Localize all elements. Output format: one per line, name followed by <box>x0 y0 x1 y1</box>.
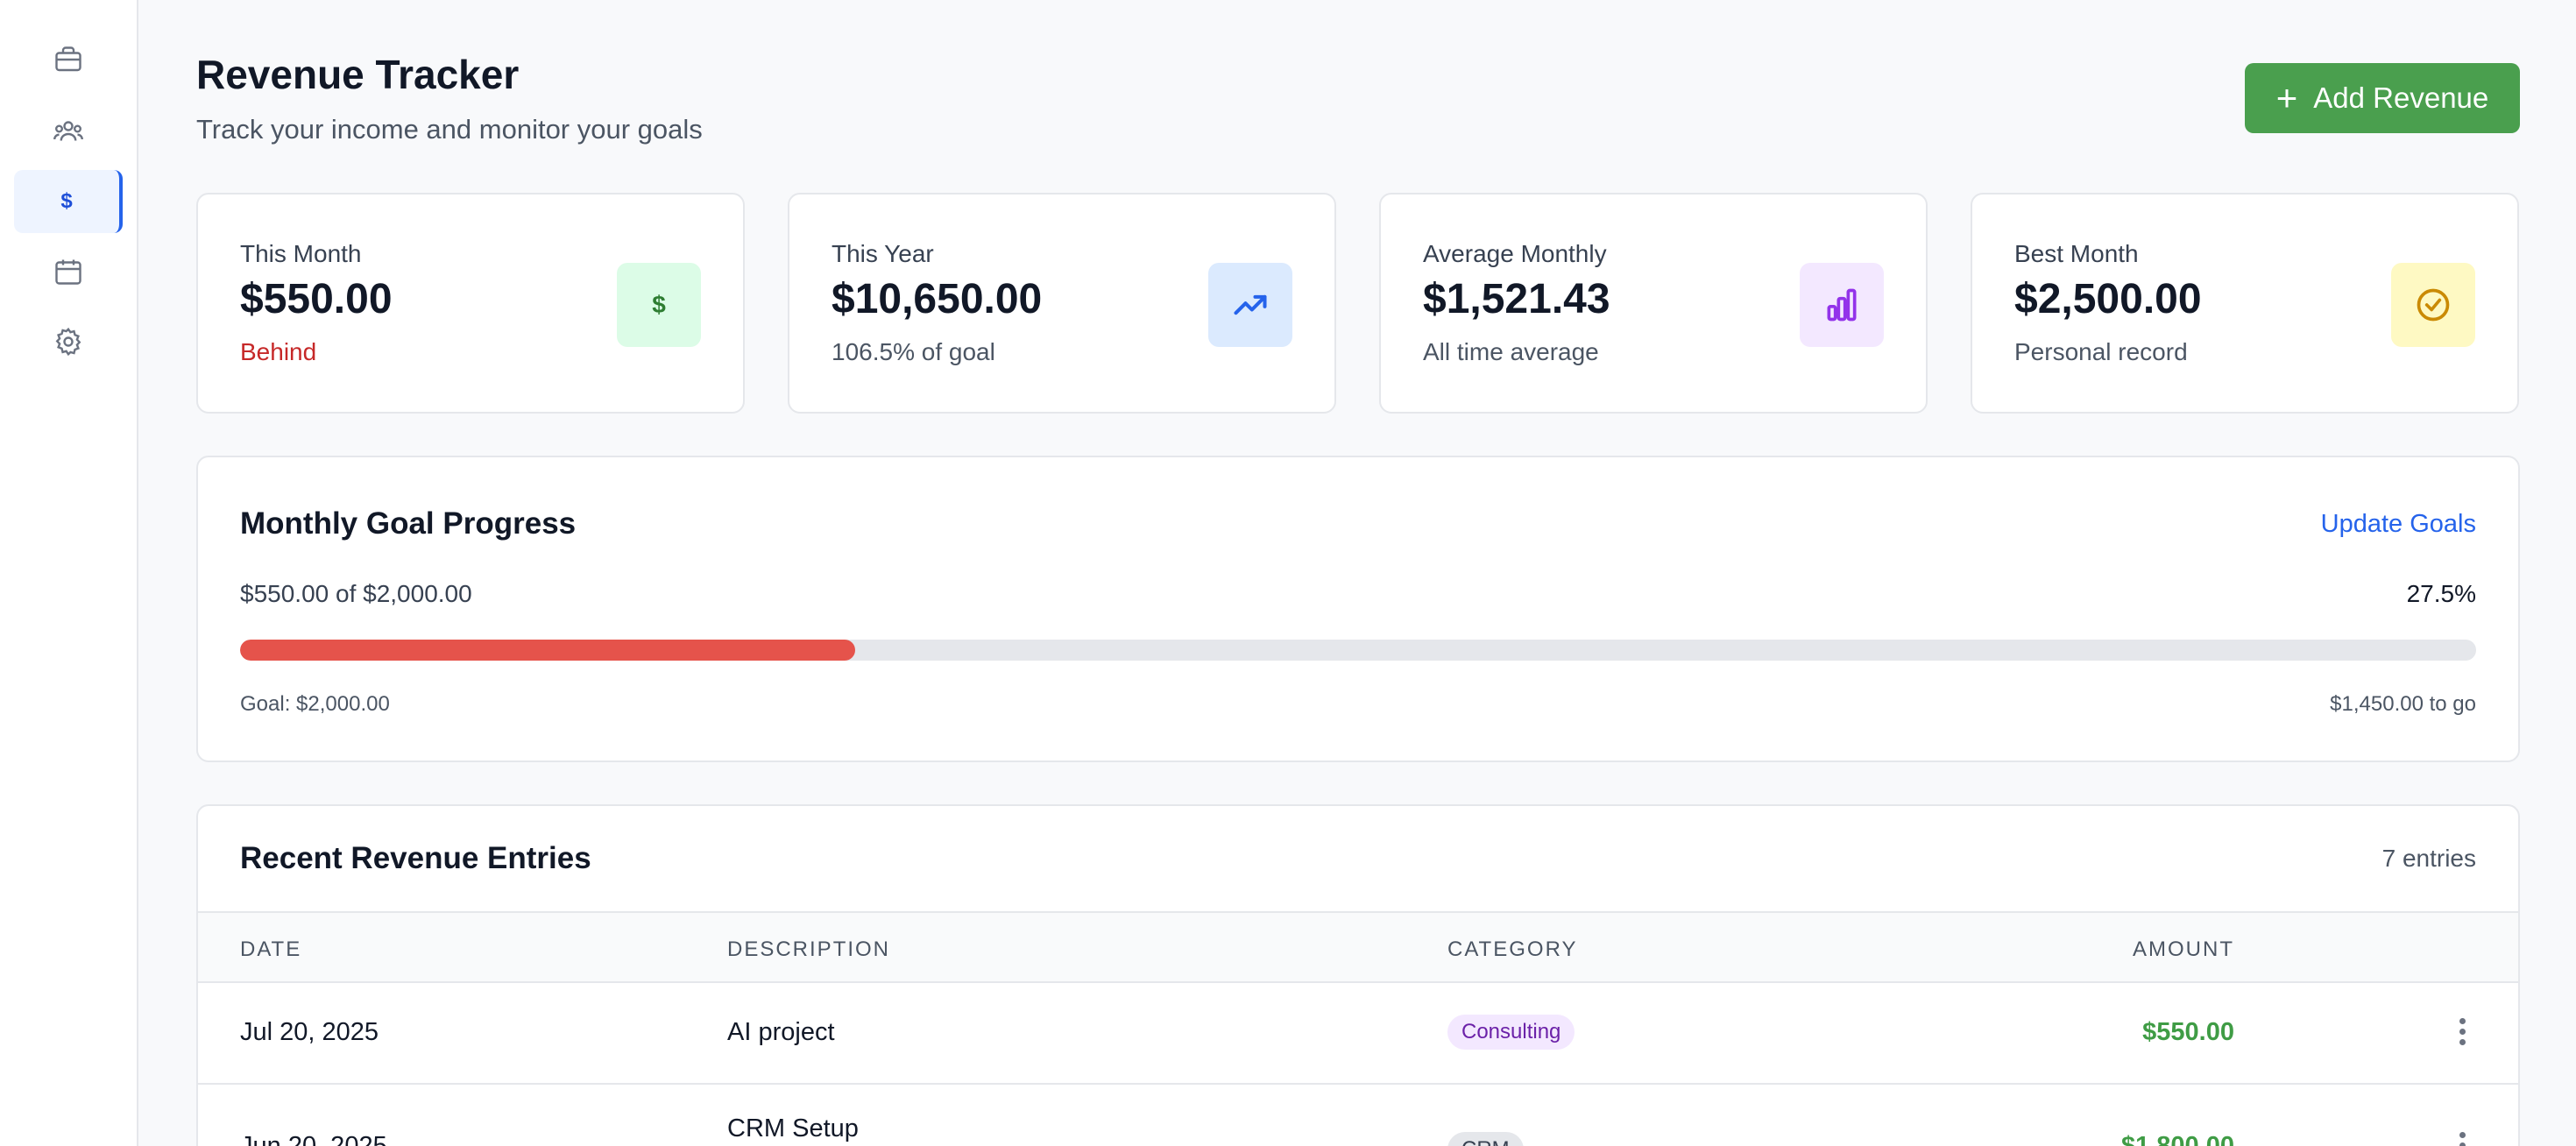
bar-chart-icon <box>1827 288 1857 322</box>
recent-entries-card: Recent Revenue Entries 7 entries DATE DE… <box>196 804 2520 1146</box>
stat-icon-box <box>1800 263 1884 347</box>
sidebar-item-clients[interactable] <box>14 100 123 163</box>
sidebar-item-projects[interactable] <box>14 28 123 91</box>
add-revenue-label: Add Revenue <box>2313 81 2489 114</box>
stat-sub: 106.5% of goal <box>832 338 995 365</box>
table-header: DATE DESCRIPTION CATEGORY AMOUNT <box>198 911 2518 983</box>
stat-sub: Personal record <box>2014 338 2188 365</box>
stat-card-best-month: Best Month $2,500.00 Personal record <box>1971 193 2519 414</box>
sidebar-item-revenue[interactable]: $ <box>14 170 123 233</box>
update-goals-link[interactable]: Update Goals <box>2321 510 2476 539</box>
goal-title: Monthly Goal Progress <box>240 506 577 541</box>
stat-icon-box <box>2391 263 2475 347</box>
sidebar-item-calendar[interactable] <box>14 240 123 303</box>
goal-target: Goal: $2,000.00 <box>240 692 390 716</box>
dollar-icon: $ <box>60 189 73 213</box>
entry-description: CRM Setup <box>727 1114 859 1142</box>
column-header-description: DESCRIPTION <box>727 937 891 961</box>
stat-value: $550.00 <box>240 276 393 322</box>
column-header-date: DATE <box>240 937 302 961</box>
stat-icon-box <box>1208 263 1292 347</box>
goal-remaining: $1,450.00 to go <box>2330 692 2476 716</box>
stat-card-this-year: This Year $10,650.00 106.5% of goal <box>788 193 1336 414</box>
stat-value: $2,500.00 <box>2014 276 2202 322</box>
more-options-icon[interactable] <box>2457 1018 2467 1045</box>
dollar-icon: $ <box>652 291 666 318</box>
table-row[interactable]: Jul 20, 2025 AI project Consulting $550.… <box>198 983 2518 1085</box>
stat-card-this-month: This Month $550.00 Behind $ <box>196 193 745 414</box>
gear-icon <box>55 327 81 357</box>
goal-progress-fill <box>240 640 855 661</box>
column-header-amount: AMOUNT <box>2133 937 2234 961</box>
page-title: Revenue Tracker <box>196 52 520 97</box>
stat-icon-box: $ <box>617 263 701 347</box>
column-header-category: CATEGORY <box>1447 937 1578 961</box>
goal-amount: $550.00 of $2,000.00 <box>240 580 472 607</box>
stat-card-average-monthly: Average Monthly $1,521.43 All time avera… <box>1379 193 1928 414</box>
category-badge: CRM <box>1447 1132 1524 1146</box>
goal-percent: 27.5% <box>2406 580 2476 607</box>
trending-up-icon <box>1234 294 1267 315</box>
stat-value: $10,650.00 <box>832 276 1043 322</box>
stat-status: Behind <box>240 338 317 365</box>
calendar-icon <box>55 259 81 285</box>
category-badge: Consulting <box>1447 1015 1575 1050</box>
sidebar-item-settings[interactable] <box>14 310 123 373</box>
stat-label: Best Month <box>2014 240 2139 267</box>
briefcase-icon <box>55 46 81 72</box>
goal-progress-bar <box>240 640 2476 661</box>
stat-label: Average Monthly <box>1423 240 1607 267</box>
entry-date: Jun 20, 2025 <box>240 1132 387 1146</box>
more-options-icon[interactable] <box>2457 1132 2467 1146</box>
users-icon <box>53 121 83 141</box>
stat-label: This Month <box>240 240 362 267</box>
add-revenue-button[interactable]: + Add Revenue <box>2245 63 2520 133</box>
entry-amount: $550.00 <box>2142 1018 2234 1046</box>
table-row[interactable]: Jun 20, 2025 CRM Setup CRM $1,800.00 <box>198 1085 2518 1146</box>
plus-icon: + <box>2275 77 2298 118</box>
page-subtitle: Track your income and monitor your goals <box>196 114 703 145</box>
entries-count: 7 entries <box>2381 845 2476 872</box>
entry-amount: $1,800.00 <box>2120 1132 2234 1146</box>
stat-sub: All time average <box>1423 338 1599 365</box>
check-circle-icon <box>2417 288 2450 322</box>
entries-title: Recent Revenue Entries <box>240 841 591 875</box>
sidebar: $ <box>0 0 138 1146</box>
stat-value: $1,521.43 <box>1423 276 1610 322</box>
entry-description: AI project <box>727 1018 835 1046</box>
entry-date: Jul 20, 2025 <box>240 1018 379 1046</box>
stat-label: This Year <box>832 240 934 267</box>
monthly-goal-card: Monthly Goal Progress Update Goals $550.… <box>196 456 2520 762</box>
